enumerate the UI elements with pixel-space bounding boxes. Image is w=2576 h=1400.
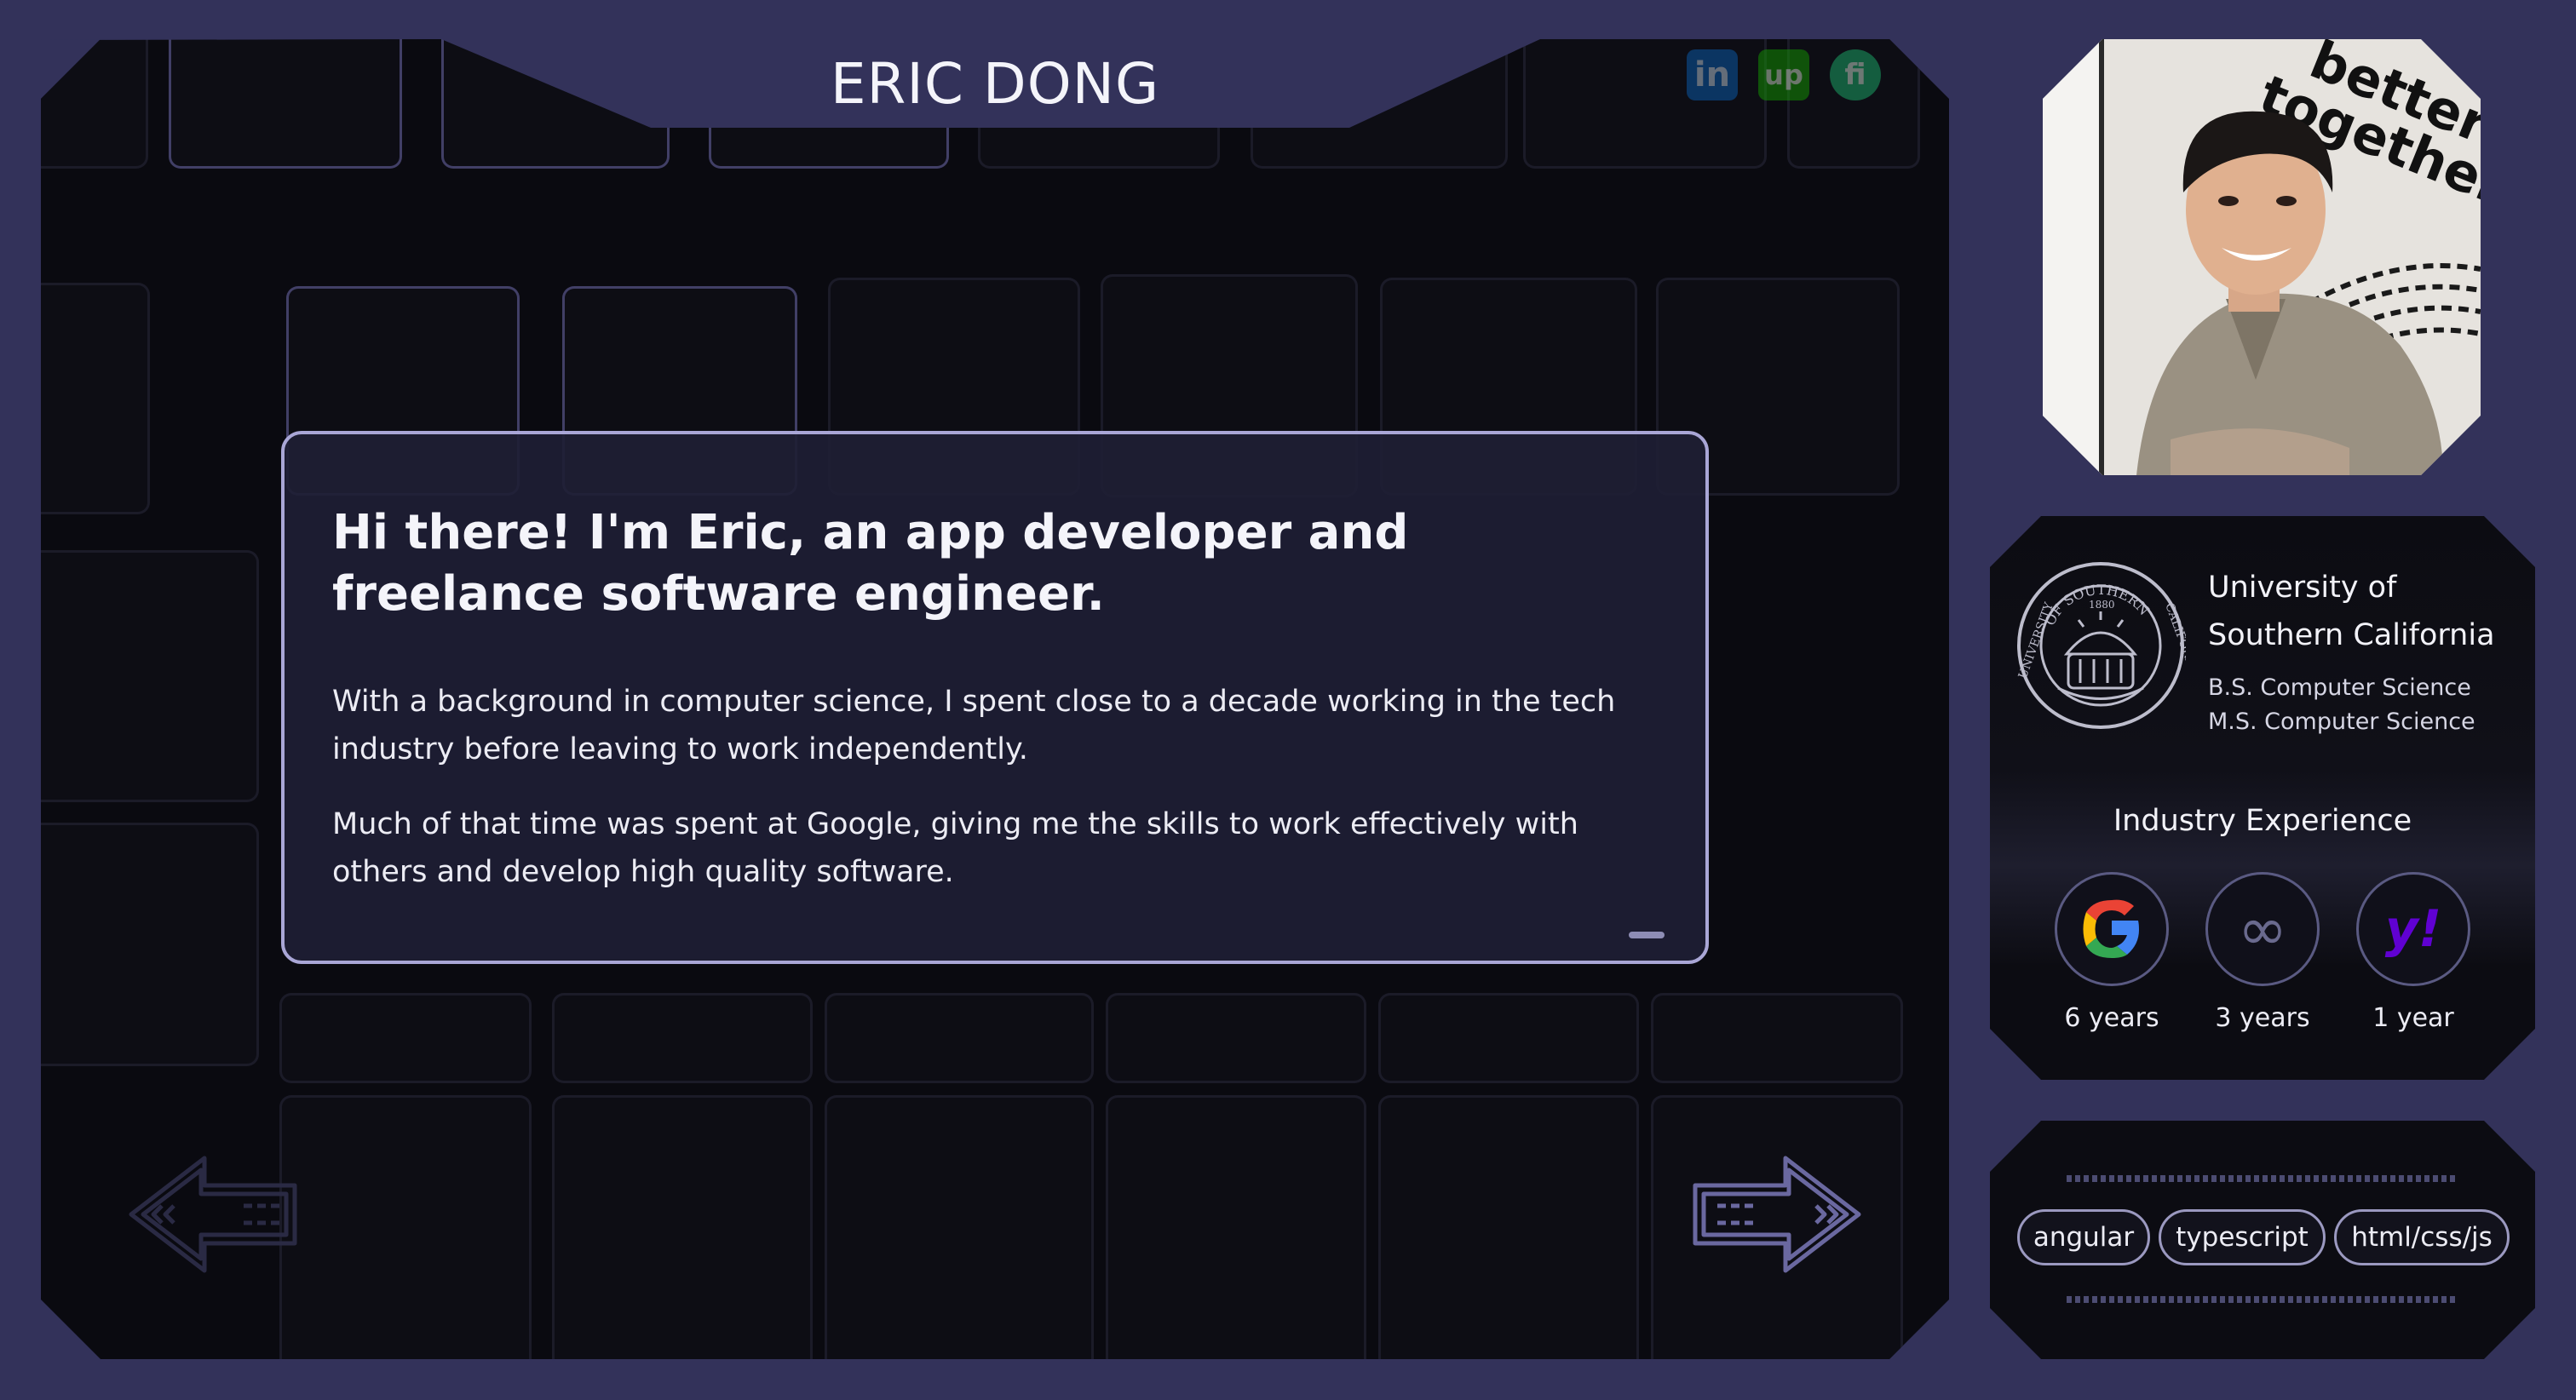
- degree-bs: B.S. Computer Science: [2208, 674, 2471, 701]
- profile-photo: better together: [2043, 39, 2481, 475]
- yahoo-logo-icon: y!: [2356, 872, 2470, 986]
- next-arrow-button[interactable]: [1692, 1155, 1862, 1274]
- university-name: University of Southern California: [2208, 571, 2495, 652]
- industry-experience-title: Industry Experience: [2113, 804, 2412, 838]
- infinity-logo-icon: ∞: [2205, 872, 2320, 986]
- intro-card: Hi there! I'm Eric, an app developer and…: [281, 431, 1709, 964]
- divider-bottom: [2067, 1296, 2458, 1303]
- yahoo-years: 1 year: [2372, 1003, 2454, 1033]
- intro-paragraph-1: With a background in computer science, I…: [332, 685, 1616, 766]
- degree-ms: M.S. Computer Science: [2208, 709, 2475, 735]
- divider-top: [2067, 1175, 2458, 1182]
- usc-seal-icon: OF SOUTHERN UNIVERSITY CALIFORNIA 1880: [2015, 560, 2186, 731]
- skill-chip-typescript[interactable]: typescript: [2159, 1209, 2326, 1265]
- linkedin-icon[interactable]: in: [1687, 49, 1738, 100]
- skill-chip-html-css-js[interactable]: html/css/js: [2334, 1209, 2510, 1265]
- education-card: OF SOUTHERN UNIVERSITY CALIFORNIA 1880 U…: [1990, 516, 2535, 1080]
- google-logo-icon: [2055, 872, 2169, 986]
- fiverr-icon[interactable]: fi: [1830, 49, 1881, 100]
- skill-chip-angular[interactable]: angular: [2017, 1209, 2150, 1265]
- intro-heading: Hi there! I'm Eric, an app developer and…: [332, 505, 1409, 622]
- seal-year: 1880: [2089, 599, 2115, 611]
- upwork-icon[interactable]: up: [1758, 49, 1809, 100]
- seal-right-text: CALIFORNIA: [2162, 601, 2186, 683]
- infinity-years: 3 years: [2215, 1003, 2310, 1033]
- social-links: in up fi: [1687, 49, 1881, 100]
- seal-left-text: UNIVERSITY: [2016, 600, 2056, 681]
- minimize-icon[interactable]: [1629, 932, 1665, 938]
- intro-paragraph-2: Much of that time was spent at Google, g…: [332, 807, 1578, 889]
- skills-card: angular typescript html/css/js: [1990, 1121, 2535, 1359]
- google-years: 6 years: [2064, 1003, 2159, 1033]
- previous-arrow-button[interactable]: [128, 1155, 298, 1274]
